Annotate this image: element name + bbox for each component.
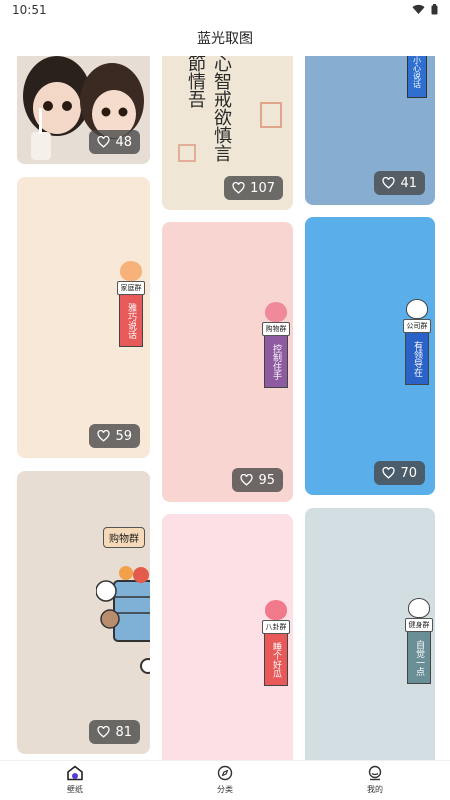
sign-sticker: 八卦群 睡个好瓜 [262,600,290,686]
sticker-character [120,261,142,281]
page-title: 蓝光取图 [197,31,253,47]
sign-text: 雅巧说话 [119,295,143,347]
heart-icon [382,467,396,479]
sign-tag: 公司群 [403,319,431,333]
tab-label: 壁纸 [67,785,83,794]
heart-icon [97,136,111,148]
sign-sticker: 健身群 自觉一点 [405,598,433,684]
status-time: 10:51 [12,3,47,17]
tab-wallpaper[interactable]: 壁纸 [45,765,105,795]
wallpaper-card[interactable]: 购物群 控制住手 95 [162,222,293,502]
tab-mine[interactable]: 我的 [345,765,405,795]
sign-tag: 购物群 [262,322,290,336]
tab-label: 分类 [217,785,233,794]
wallpaper-card[interactable]: 八卦群 睡个好瓜 [162,514,293,760]
wallpaper-card[interactable]: 家庭群 雅巧说话 59 [17,177,150,458]
like-badge[interactable]: 81 [89,720,140,744]
like-badge[interactable]: 59 [89,424,140,448]
wifi-icon [412,4,425,15]
compass-icon [217,765,233,781]
bottom-tab-bar: 壁纸 分类 我的 [0,760,450,800]
sign-text: 自觉一点 [407,632,431,684]
like-badge[interactable]: 70 [374,461,425,485]
status-bar: 10:51 [0,0,450,22]
wallpaper-grid[interactable]: 48 家庭群 雅巧说话 59 购物群 81 心智戒欲慎言節情吾 107 购物群 … [0,56,450,760]
sign-text: 控制住手 [264,336,288,388]
home-icon [67,765,83,781]
wallpaper-card[interactable]: 小心说话 41 [305,56,435,205]
sticker-character [265,302,287,322]
like-count: 48 [115,134,132,150]
seal-stamp [260,102,282,128]
app-bar: 蓝光取图 [0,22,450,56]
sign-sticker: 家庭群 雅巧说话 [117,261,145,347]
like-count: 81 [115,724,132,740]
battery-icon [431,4,438,15]
wallpaper-card[interactable]: 购物群 81 [17,471,150,754]
heart-icon [97,726,111,738]
like-badge[interactable]: 107 [224,176,283,200]
like-badge[interactable]: 48 [89,130,140,154]
tab-label: 我的 [367,785,383,794]
sticker-character [406,299,428,319]
wallpaper-card[interactable]: 48 [17,56,150,164]
wallpaper-card[interactable]: 公司群 有领导在 70 [305,217,435,495]
heart-icon [97,430,111,442]
sign-tag: 健身群 [405,618,433,632]
sign-sticker: 公司群 有领导在 [403,299,431,385]
like-count: 70 [400,465,417,481]
like-count: 95 [258,472,275,488]
sign-sticker: 购物群 控制住手 [262,302,290,388]
sticker-character [408,598,430,618]
profile-icon [368,765,382,781]
shopping-cart-illustration [96,566,150,674]
sign-text: 小心说话 [407,56,427,98]
sign-text: 睡个好瓜 [264,634,288,686]
wallpaper-card[interactable]: 健身群 自觉一点 [305,508,435,760]
sign-tag: 八卦群 [262,620,290,634]
like-badge[interactable]: 95 [232,468,283,492]
heart-icon [240,474,254,486]
wallpaper-card[interactable]: 心智戒欲慎言節情吾 107 [162,56,293,210]
banner-label: 购物群 [103,527,145,548]
like-count: 107 [250,180,275,196]
status-icons [412,4,438,15]
like-count: 41 [400,175,417,191]
heart-icon [232,182,245,194]
like-badge[interactable]: 41 [374,171,425,195]
sign-text: 有领导在 [405,333,429,385]
like-count: 59 [115,428,132,444]
sign-tag: 家庭群 [117,281,145,295]
sticker-character [265,600,287,620]
heart-icon [382,177,396,189]
seal-stamp [178,144,196,162]
tab-category[interactable]: 分类 [195,765,255,795]
